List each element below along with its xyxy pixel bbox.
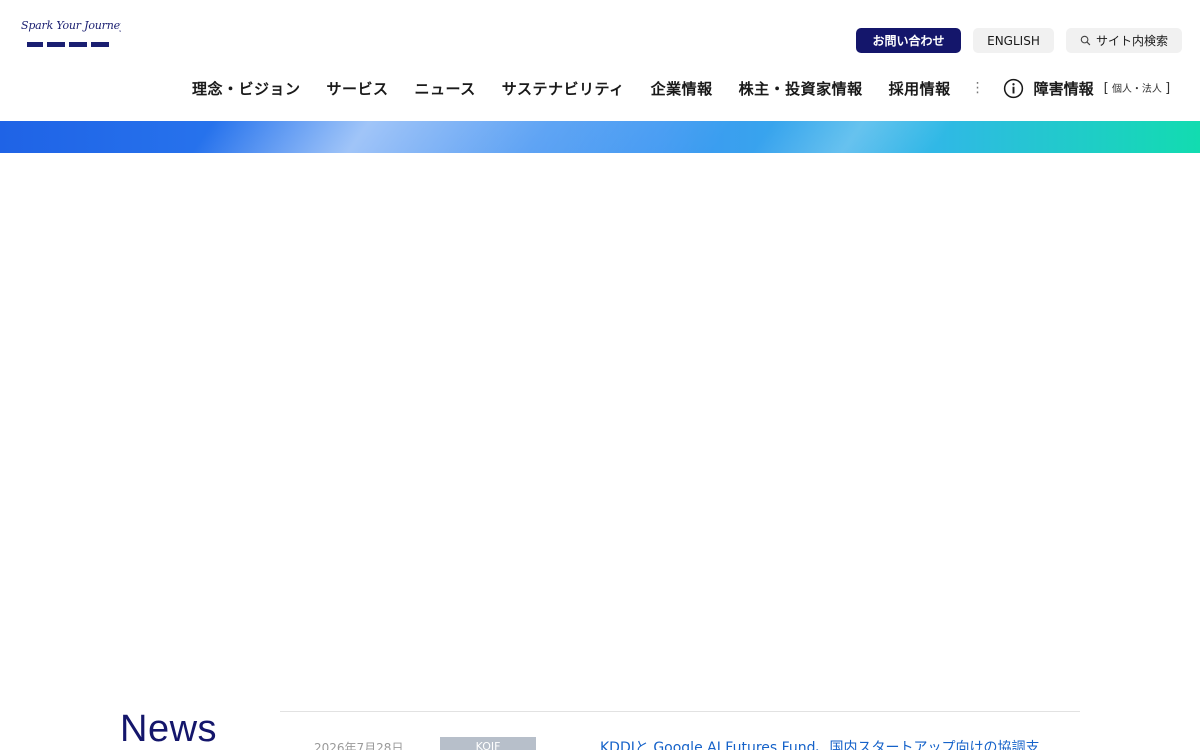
logo-tagline: Spark Your Journey bbox=[21, 19, 121, 32]
more-vertical-icon[interactable]: ⋮ bbox=[971, 80, 985, 96]
news-divider bbox=[280, 711, 1080, 712]
nav-item-news[interactable]: ニュース bbox=[415, 78, 476, 99]
search-icon bbox=[1080, 35, 1091, 46]
utility-bar: お問い合わせ ENGLISH サイト内検索 bbox=[856, 28, 1182, 53]
outage-scope-label: 個人・法人 bbox=[1111, 84, 1162, 95]
info-icon bbox=[1003, 78, 1023, 98]
nav-item-careers[interactable]: 採用情報 bbox=[889, 78, 951, 99]
outage-info-link[interactable]: 障害情報 [ 個人・法人 ] bbox=[1003, 78, 1171, 99]
site-search-label: サイト内検索 bbox=[1095, 34, 1168, 48]
nav-item-philosophy[interactable]: 理念・ビジョン bbox=[192, 78, 301, 99]
hero-light-streak-2 bbox=[731, 121, 969, 153]
contact-button[interactable]: お問い合わせ bbox=[856, 28, 961, 53]
kddi-logo-mark bbox=[27, 42, 109, 47]
news-item-tag: KOIF bbox=[440, 737, 536, 750]
nav-item-investors[interactable]: 株主・投資家情報 bbox=[739, 78, 863, 99]
nav-item-sustainability[interactable]: サステナビリティ bbox=[502, 78, 625, 99]
site-search-button[interactable]: サイト内検索 bbox=[1066, 28, 1182, 53]
outage-scope: [ 個人・法人 ] bbox=[1104, 80, 1171, 96]
english-button[interactable]: ENGLISH bbox=[973, 28, 1054, 53]
outage-label: 障害情報 bbox=[1033, 79, 1094, 98]
nav-item-services[interactable]: サービス bbox=[327, 78, 389, 99]
nav-item-corporate[interactable]: 企業情報 bbox=[651, 78, 713, 99]
global-nav: 理念・ビジョン サービス ニュース サステナビリティ 企業情報 株主・投資家情報… bbox=[192, 76, 1170, 100]
news-item-date: 2026年7月28日 bbox=[314, 741, 404, 750]
hero-light-streak bbox=[171, 121, 749, 153]
site-header: Spark Your Journey お問い合わせ ENGLISH サイト内検索… bbox=[0, 0, 1200, 121]
news-section-title: News bbox=[120, 708, 218, 750]
hero-banner bbox=[0, 121, 1200, 153]
kddi-logo[interactable]: Spark Your Journey bbox=[21, 19, 121, 47]
outage-scope-close: ] bbox=[1165, 81, 1171, 96]
outage-scope-open: [ bbox=[1103, 81, 1109, 96]
news-item-headline[interactable]: KDDIと Google AI Futures Fund、国内スタートアップ向け… bbox=[600, 737, 1040, 750]
